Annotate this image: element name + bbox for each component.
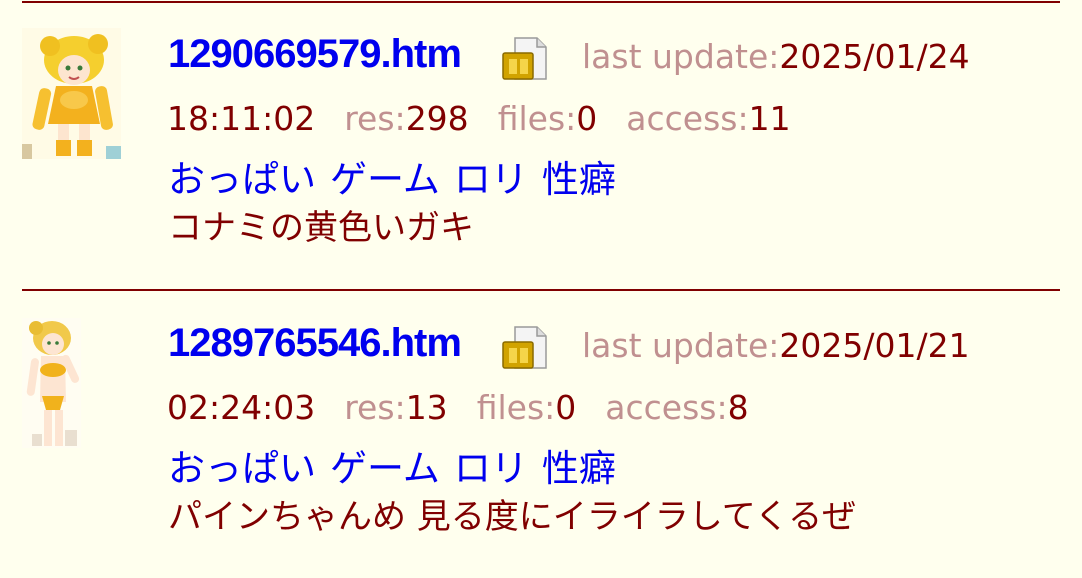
thread-file-link[interactable]: 1289765546.htm	[168, 323, 462, 363]
last-update-time: 18:11:02	[167, 99, 316, 138]
last-update-date: 2025/01/21	[779, 326, 970, 365]
thread-thumbnail[interactable]	[22, 28, 121, 159]
last-update-label: last update:	[582, 37, 780, 76]
tag-link[interactable]: ゲーム	[330, 158, 440, 201]
thread-comment: コナミの黄色いガキ	[168, 208, 474, 248]
tag-link[interactable]: ロリ	[454, 158, 528, 201]
access-value: 8	[727, 388, 749, 427]
tag-link[interactable]: おっぱい	[168, 447, 316, 490]
files-label: files:	[476, 388, 556, 427]
thread-comment: パインちゃんめ 見る度にイライラしてくるぜ	[168, 497, 857, 537]
thread-file-link[interactable]: 1290669579.htm	[168, 34, 462, 74]
tag-link[interactable]: おっぱい	[168, 158, 316, 201]
tag-link[interactable]: ゲーム	[330, 447, 440, 490]
last-update-line: last update:2025/01/21	[582, 329, 970, 362]
file-document-icon[interactable]	[501, 324, 547, 370]
entry-divider	[22, 1, 1060, 3]
last-update-date: 2025/01/24	[779, 37, 970, 76]
files-label: files:	[497, 99, 577, 138]
access-label: access:	[605, 388, 728, 427]
tag-list: おっぱい ゲーム ロリ 性癖	[168, 450, 630, 487]
tag-link[interactable]: 性癖	[542, 447, 616, 490]
last-update-label: last update:	[582, 326, 780, 365]
thread-thumbnail[interactable]	[22, 318, 81, 448]
res-label: res:	[344, 388, 406, 427]
files-value: 0	[555, 388, 577, 427]
res-label: res:	[344, 99, 406, 138]
entry-divider	[22, 289, 1060, 291]
file-document-icon[interactable]	[501, 35, 547, 81]
access-value: 11	[748, 99, 791, 138]
res-value: 298	[405, 99, 469, 138]
character-thumbnail-image	[22, 28, 121, 159]
access-label: access:	[626, 99, 749, 138]
files-value: 0	[576, 99, 598, 138]
thread-stats-line: 18:11:02 res:298 files:0 access:11	[167, 102, 791, 135]
tag-link[interactable]: ロリ	[454, 447, 528, 490]
thread-stats-line: 02:24:03 res:13 files:0 access:8	[167, 391, 749, 424]
last-update-time: 02:24:03	[167, 388, 316, 427]
tag-list: おっぱい ゲーム ロリ 性癖	[168, 161, 630, 198]
character-thumbnail-image	[22, 318, 81, 448]
res-value: 13	[405, 388, 448, 427]
tag-link[interactable]: 性癖	[542, 158, 616, 201]
last-update-line: last update:2025/01/24	[582, 40, 970, 73]
